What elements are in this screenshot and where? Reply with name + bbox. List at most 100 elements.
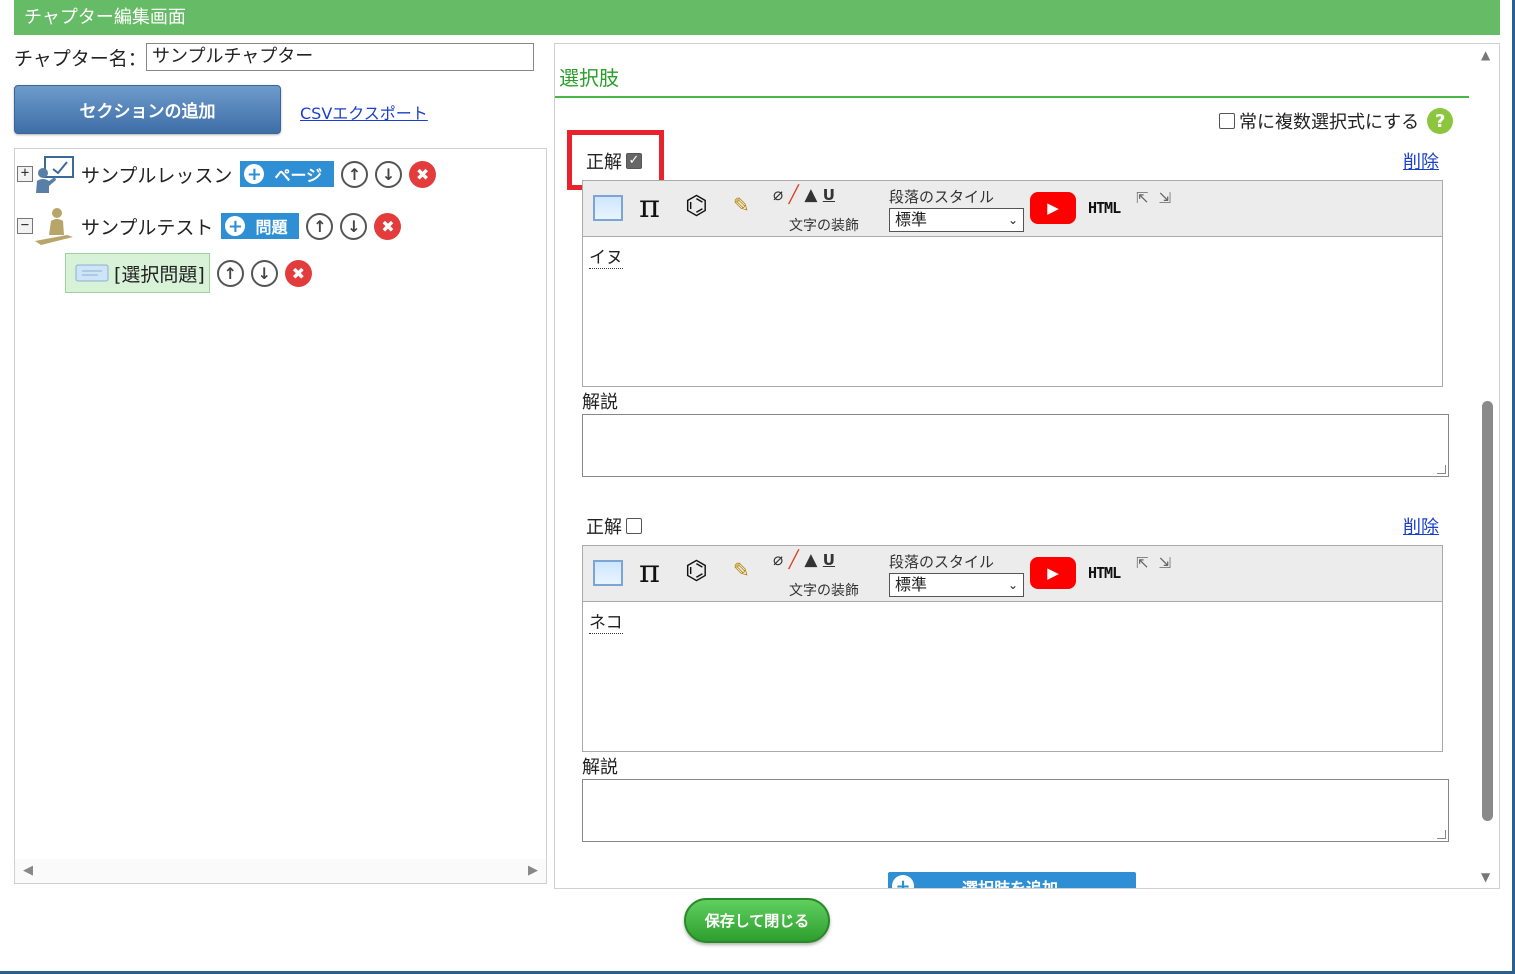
text-format-icons[interactable]: ⌀ ╱ ▲ U [773,550,835,570]
explanation-label-1: 解説 [582,392,618,413]
link-icon[interactable]: ⌀ [773,550,783,570]
expand-collapse-icon[interactable]: ⇱⇲ [1136,189,1181,207]
marker-icon[interactable]: ╱ [789,550,799,570]
add-section-button[interactable]: セクションの追加 [14,85,281,134]
scrollbar-thumb[interactable] [1482,401,1493,821]
scroll-right-icon[interactable]: ▶ [528,863,538,878]
html-source-button[interactable]: HTML [1088,199,1121,217]
delete-question-button[interactable]: ✖ [284,259,312,287]
chapter-name-input[interactable]: サンプルチャプター [146,43,534,71]
save-and-close-button[interactable]: 保存して閉じる [684,898,830,943]
lesson-label[interactable]: サンプルレッスン [81,161,232,188]
chapter-tree-panel: + サンプルレッスン + ページ ↑ ↓ ✖ − サンプルテスト + 問題 ↑ … [14,148,547,884]
csv-export-link[interactable]: CSVエクスポート [300,100,428,124]
add-page-label: ページ [274,166,323,185]
paragraph-style-select[interactable]: 標準 ⌄ [889,573,1024,597]
underline-icon[interactable]: U [823,551,835,569]
question-label: [選択問題] [114,263,205,286]
choices-panel: 選択肢 常に複数選択式にする ? 正解 ✓ 削除 π ⌬ ✎ ⌀ ╱ ▲ U 文… [554,43,1500,889]
choices-section-title: 選択肢 [559,66,619,90]
marker-icon[interactable]: ╱ [789,185,799,205]
delete-choice-2-link[interactable]: 削除 [1403,513,1439,539]
highlight-icon[interactable]: ▲ [804,185,817,205]
correct-checkbox-2[interactable] [626,518,642,534]
move-up-test-button[interactable]: ↑ [306,212,334,240]
collapse-test-toggle[interactable]: − [17,218,33,234]
multi-select-option[interactable]: 常に複数選択式にする ? [1219,108,1454,134]
delete-lesson-button[interactable]: ✖ [409,160,437,188]
delete-test-button[interactable]: ✖ [374,212,402,240]
insert-image-icon[interactable] [593,560,623,586]
insert-image-icon[interactable] [593,195,623,221]
scroll-down-icon[interactable]: ▼ [1481,870,1490,884]
help-icon[interactable]: ? [1427,108,1454,134]
correct-checkbox-1[interactable]: ✓ [626,153,642,169]
multi-select-label: 常に複数選択式にする [1239,112,1420,133]
explanation-textarea-1[interactable] [582,414,1449,477]
correct-row-2[interactable]: 正解 [586,513,642,539]
formula-pi-icon[interactable]: π [639,552,660,590]
move-down-question-button[interactable]: ↓ [250,259,278,287]
choice-1-content[interactable]: イヌ [583,237,1442,386]
add-question-label: 問題 [255,218,288,237]
plus-icon: + [225,216,246,237]
section-divider [555,96,1469,98]
tree-horizontal-scrollbar[interactable]: ◀ ▶ [15,859,546,883]
youtube-icon[interactable]: ▶ [1030,557,1076,589]
multi-select-checkbox[interactable] [1219,113,1235,129]
add-question-button[interactable]: + 問題 [221,213,300,239]
expand-collapse-icon[interactable]: ⇱⇲ [1136,554,1181,572]
plus-icon: + [244,164,265,185]
editor-toolbar-1: π ⌬ ✎ ⌀ ╱ ▲ U 文字の装飾 段落のスタイル 標準 ⌄ ▶ HTML ⇱… [583,181,1442,237]
underline-icon[interactable]: U [823,186,835,204]
correct-label-2: 正解 [586,517,622,538]
brush-icon[interactable]: ✎ [733,558,750,582]
move-down-test-button[interactable]: ↓ [340,212,368,240]
window-title: チャプター編集画面 [24,7,186,28]
tree-row-lesson: + サンプルレッスン + ページ ↑ ↓ ✖ [17,153,437,195]
eraser-icon[interactable]: ⌬ [685,556,708,586]
highlight-icon[interactable]: ▲ [804,550,817,570]
choice-2-text: ネコ [589,613,623,634]
choice-2-editor: π ⌬ ✎ ⌀ ╱ ▲ U 文字の装飾 段落のスタイル 標準 ⌄ ▶ HTML ⇱… [582,545,1443,752]
chapter-name-label: チャプター名： [14,48,147,70]
chevron-down-icon: ⌄ [1007,578,1018,592]
paragraph-style-label: 段落のスタイル [889,188,995,206]
scroll-left-icon[interactable]: ◀ [23,863,33,878]
formula-pi-icon[interactable]: π [639,187,660,225]
choice-2-content[interactable]: ネコ [583,602,1442,751]
text-format-icons[interactable]: ⌀ ╱ ▲ U [773,185,835,205]
correct-label-1: 正解 [586,152,622,173]
question-node[interactable]: [選択問題] [65,253,210,293]
chevron-down-icon: ⌄ [1007,213,1018,227]
explanation-textarea-2[interactable] [582,779,1449,842]
text-format-label: 文字の装飾 [789,218,859,234]
paragraph-style-select[interactable]: 標準 ⌄ [889,208,1024,232]
move-down-lesson-button[interactable]: ↓ [375,160,403,188]
choice-1-text: イヌ [589,248,623,269]
text-format-label: 文字の装飾 [789,583,859,599]
expand-lesson-toggle[interactable]: + [17,166,33,182]
lesson-teacher-icon [36,156,74,193]
scroll-up-icon[interactable]: ▲ [1481,48,1490,62]
paragraph-style-label: 段落のスタイル [889,553,995,571]
move-up-question-button[interactable]: ↑ [216,259,244,287]
correct-row-1[interactable]: 正解 ✓ [586,148,642,174]
move-up-lesson-button[interactable]: ↑ [341,160,369,188]
add-choice-label: 選択肢を追加 [962,879,1059,889]
choices-vertical-scrollbar[interactable]: ▲ ▼ [1475,44,1499,888]
tree-row-question: [選択問題] ↑ ↓ ✖ [65,253,312,293]
html-source-button[interactable]: HTML [1088,564,1121,582]
delete-choice-1-link[interactable]: 削除 [1403,148,1439,174]
brush-icon[interactable]: ✎ [733,193,750,217]
explanation-label-2: 解説 [582,757,618,778]
question-card-icon [75,264,109,282]
link-icon[interactable]: ⌀ [773,185,783,205]
choice-1-editor: π ⌬ ✎ ⌀ ╱ ▲ U 文字の装飾 段落のスタイル 標準 ⌄ ▶ HTML ⇱… [582,180,1443,387]
youtube-icon[interactable]: ▶ [1030,192,1076,224]
eraser-icon[interactable]: ⌬ [685,191,708,221]
add-choice-button[interactable]: + 選択肢を追加 [888,872,1136,889]
test-label[interactable]: サンプルテスト [81,213,213,240]
paragraph-style-value: 標準 [895,575,928,594]
add-page-button[interactable]: + ページ [240,161,335,187]
